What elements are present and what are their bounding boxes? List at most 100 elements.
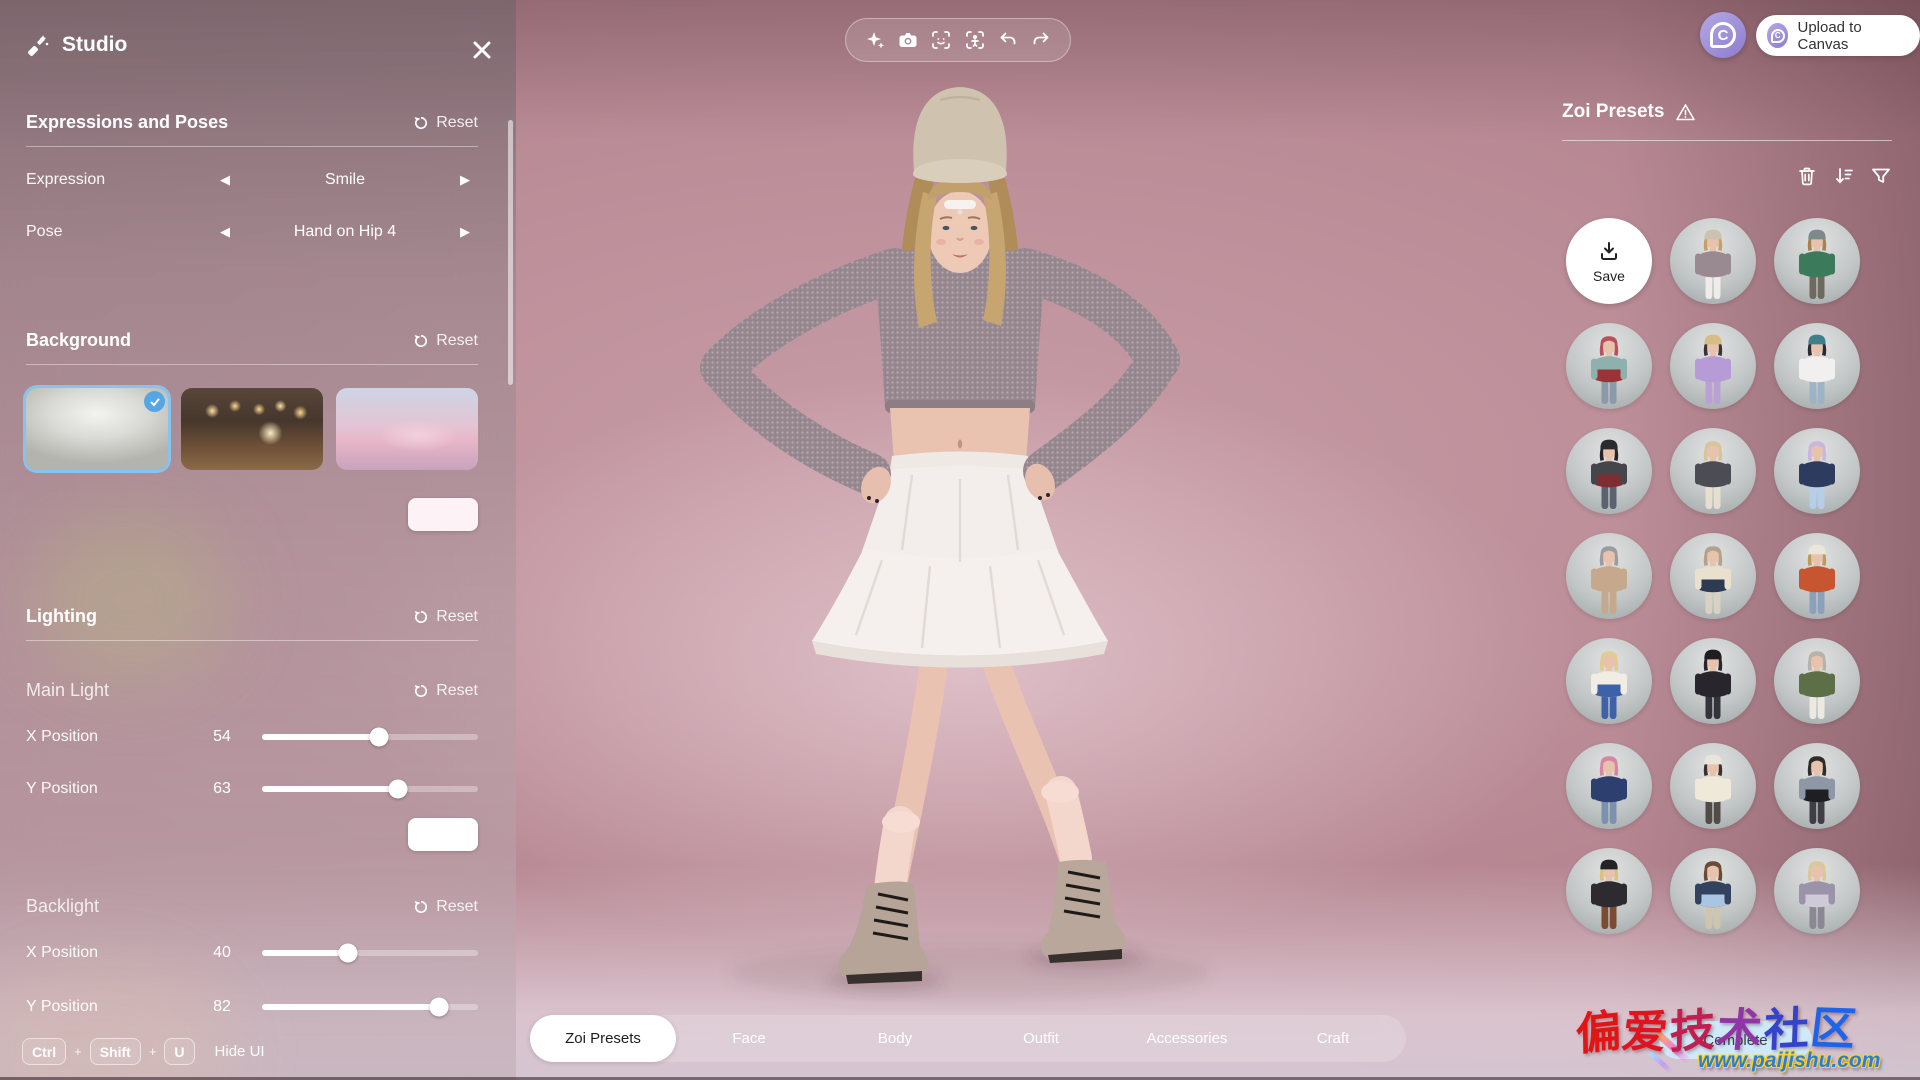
warning-icon[interactable] bbox=[1675, 102, 1696, 123]
character-model bbox=[660, 70, 1220, 1010]
preset-avatar[interactable] bbox=[1670, 323, 1756, 409]
camera-icon[interactable] bbox=[897, 29, 919, 51]
reset-background-button[interactable]: Reset bbox=[413, 332, 478, 350]
pose-next-button[interactable]: ▶ bbox=[452, 224, 478, 240]
reset-backlight-button[interactable]: Reset bbox=[413, 898, 478, 916]
background-thumbnail-room[interactable] bbox=[181, 388, 323, 470]
expression-value: Smile bbox=[238, 171, 452, 189]
backlight-x-slider[interactable] bbox=[262, 950, 478, 956]
preset-avatar[interactable] bbox=[1566, 323, 1652, 409]
preset-avatar[interactable] bbox=[1774, 743, 1860, 829]
slider-thumb[interactable] bbox=[430, 998, 449, 1017]
expression-next-button[interactable]: ▶ bbox=[452, 172, 478, 188]
preset-avatar[interactable] bbox=[1670, 638, 1756, 724]
preset-avatar[interactable] bbox=[1670, 848, 1756, 934]
main-light-x-row: X Position 54 bbox=[26, 720, 478, 754]
wand-icon bbox=[26, 33, 50, 57]
preset-avatar[interactable] bbox=[1566, 428, 1652, 514]
backlight-x-row: X Position 40 bbox=[26, 936, 478, 970]
reset-icon bbox=[413, 115, 429, 131]
sparkle-icon[interactable] bbox=[864, 29, 886, 51]
face-scan-icon[interactable] bbox=[930, 29, 952, 51]
save-preset-button[interactable]: Save bbox=[1566, 218, 1652, 304]
pose-row: Pose ◀ Hand on Hip 4 ▶ bbox=[26, 214, 478, 250]
slider-label: X Position bbox=[26, 944, 186, 962]
reset-lighting-button[interactable]: Reset bbox=[413, 608, 478, 626]
studio-panel: Studio Expressions and Poses Reset Expre… bbox=[0, 0, 516, 1080]
body-scan-icon[interactable] bbox=[964, 29, 986, 51]
upload-to-canvas-button[interactable]: C Upload to Canvas bbox=[1756, 15, 1920, 56]
sort-icon[interactable] bbox=[1833, 165, 1855, 187]
expressions-section-header: Expressions and Poses Reset bbox=[26, 112, 478, 133]
hide-ui-shortcut: Ctrl + Shift + U Hide UI bbox=[22, 1038, 265, 1065]
panel-blur-blob bbox=[30, 515, 230, 685]
expression-label: Expression bbox=[26, 171, 212, 189]
close-icon[interactable] bbox=[468, 36, 496, 64]
slider-label: Y Position bbox=[26, 780, 186, 798]
tab-face[interactable]: Face bbox=[676, 1015, 822, 1062]
preset-avatar[interactable] bbox=[1774, 848, 1860, 934]
filter-icon[interactable] bbox=[1870, 165, 1892, 187]
undo-icon[interactable] bbox=[997, 29, 1019, 51]
main-light-y-slider[interactable] bbox=[262, 786, 478, 792]
panel-title: Studio bbox=[62, 33, 127, 57]
slider-thumb[interactable] bbox=[389, 780, 408, 799]
subsection-title: Backlight bbox=[26, 896, 99, 917]
background-thumbnail-sky[interactable] bbox=[336, 388, 478, 470]
backlight-y-slider[interactable] bbox=[262, 1004, 478, 1010]
panel-scrollbar[interactable] bbox=[508, 120, 513, 385]
backlight-header: Backlight Reset bbox=[26, 896, 478, 917]
tab-accessories[interactable]: Accessories bbox=[1114, 1015, 1260, 1062]
preset-avatar[interactable] bbox=[1670, 743, 1756, 829]
slider-thumb[interactable] bbox=[339, 944, 358, 963]
slider-label: X Position bbox=[26, 728, 186, 746]
preset-avatar[interactable] bbox=[1566, 848, 1652, 934]
expression-prev-button[interactable]: ◀ bbox=[212, 172, 238, 188]
main-light-y-row: Y Position 63 bbox=[26, 772, 478, 806]
redo-icon[interactable] bbox=[1030, 29, 1052, 51]
reset-main-light-button[interactable]: Reset bbox=[413, 682, 478, 700]
pose-value: Hand on Hip 4 bbox=[238, 223, 452, 241]
selected-check-icon bbox=[144, 391, 165, 412]
preset-avatar[interactable] bbox=[1774, 533, 1860, 619]
reset-expressions-button[interactable]: Reset bbox=[413, 114, 478, 132]
subsection-title: Main Light bbox=[26, 680, 109, 701]
preset-avatar[interactable] bbox=[1774, 638, 1860, 724]
preset-avatar[interactable] bbox=[1670, 533, 1756, 619]
preset-avatar[interactable] bbox=[1566, 743, 1652, 829]
canvas-app-button[interactable]: C bbox=[1700, 12, 1746, 58]
main-light-x-slider[interactable] bbox=[262, 734, 478, 740]
preset-avatar[interactable] bbox=[1774, 428, 1860, 514]
pose-prev-button[interactable]: ◀ bbox=[212, 224, 238, 240]
background-thumbnails bbox=[26, 388, 478, 470]
preset-avatar[interactable] bbox=[1670, 218, 1756, 304]
presets-title: Zoi Presets bbox=[1562, 101, 1696, 123]
tab-craft[interactable]: Craft bbox=[1260, 1015, 1406, 1062]
tab-outfit[interactable]: Outfit bbox=[968, 1015, 1114, 1062]
tab-body[interactable]: Body bbox=[822, 1015, 968, 1062]
background-color-swatch[interactable] bbox=[408, 498, 478, 531]
expression-row: Expression ◀ Smile ▶ bbox=[26, 162, 478, 198]
preset-avatar[interactable] bbox=[1774, 323, 1860, 409]
section-title: Lighting bbox=[26, 606, 97, 627]
divider bbox=[26, 146, 478, 147]
preset-avatar[interactable] bbox=[1566, 533, 1652, 619]
canvas-logo-icon: C bbox=[1710, 22, 1736, 48]
canvas-logo-icon: C bbox=[1767, 23, 1788, 48]
preset-avatar[interactable] bbox=[1670, 428, 1756, 514]
delete-icon[interactable] bbox=[1796, 165, 1818, 187]
tab-zoi-presets[interactable]: Zoi Presets bbox=[530, 1015, 676, 1062]
slider-value: 63 bbox=[186, 780, 258, 798]
presets-toolbar bbox=[1562, 165, 1892, 187]
complete-button[interactable]: Complete bbox=[1659, 1021, 1812, 1059]
background-thumbnail-studio[interactable] bbox=[26, 388, 168, 470]
slider-label: Y Position bbox=[26, 998, 186, 1016]
reset-icon bbox=[413, 609, 429, 625]
preset-avatar[interactable] bbox=[1566, 638, 1652, 724]
lighting-section-header: Lighting Reset bbox=[26, 606, 478, 627]
slider-value: 82 bbox=[186, 998, 258, 1016]
slider-thumb[interactable] bbox=[369, 728, 388, 747]
key-shift: Shift bbox=[90, 1038, 141, 1065]
preset-avatar[interactable] bbox=[1774, 218, 1860, 304]
main-light-color-swatch[interactable] bbox=[408, 818, 478, 851]
